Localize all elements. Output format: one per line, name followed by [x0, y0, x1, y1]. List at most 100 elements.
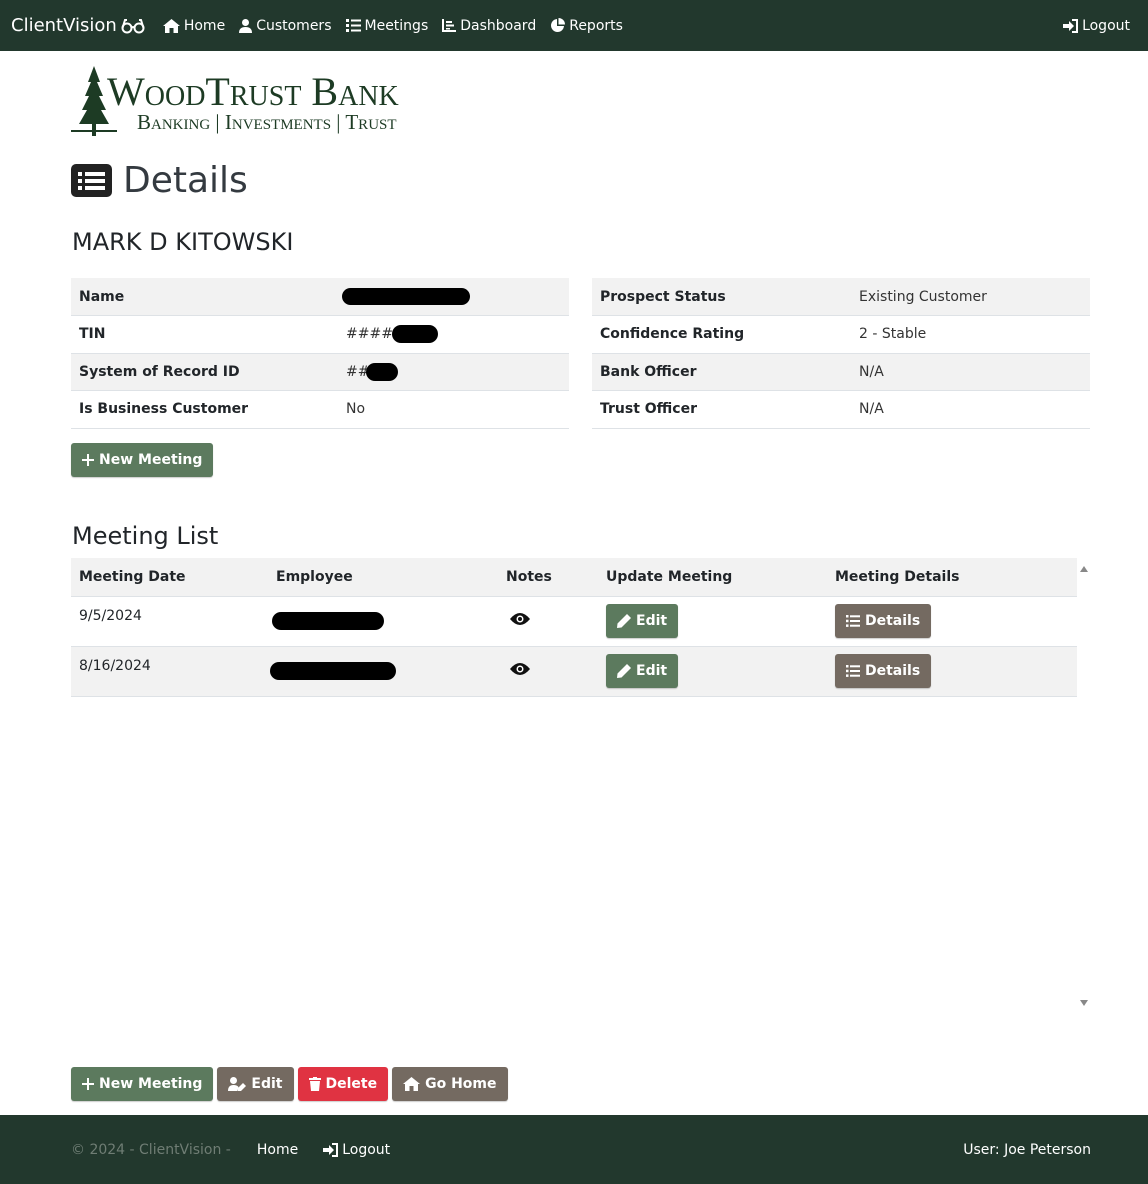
info-row-prospect-status: Prospect Status Existing Customer [592, 278, 1090, 316]
list-icon [846, 615, 860, 627]
info-label: Name [71, 278, 338, 316]
redaction-mark [342, 288, 470, 305]
details-label: Details [865, 663, 921, 679]
meeting-list-heading: Meeting List [72, 522, 219, 550]
column-header: Meeting Details [827, 558, 1077, 597]
trash-icon [308, 1077, 321, 1091]
delete-customer-button[interactable]: Delete [297, 1067, 389, 1101]
meeting-details-cell: Details [827, 646, 1077, 697]
info-row-tin: TIN #### [71, 315, 569, 354]
notes-cell [498, 646, 598, 697]
delete-label: Delete [325, 1076, 378, 1092]
meeting-details-button[interactable]: Details [835, 604, 932, 638]
new-meeting-label: New Meeting [99, 1076, 203, 1092]
scroll-down-arrow-icon[interactable] [1080, 1000, 1088, 1006]
column-header: Update Meeting [598, 558, 827, 597]
customer-info-table-right: Prospect Status Existing Customer Confid… [592, 278, 1090, 429]
info-label: Prospect Status [592, 278, 851, 316]
meeting-date: 8/16/2024 [71, 646, 268, 697]
meeting-list-scrollbar[interactable] [1077, 558, 1091, 1012]
details-list-icon [71, 164, 112, 197]
nav-reports[interactable]: Reports [550, 18, 623, 34]
glasses-icon [121, 18, 145, 33]
details-label: Details [865, 613, 921, 629]
meeting-row: 8/16/2024 Edit Details [71, 646, 1077, 697]
info-value: N/A [851, 390, 1090, 429]
edit-customer-button[interactable]: Edit [217, 1067, 294, 1101]
current-user: User: Joe Peterson [963, 1141, 1091, 1158]
user-edit-icon [228, 1077, 247, 1091]
eye-icon[interactable] [510, 612, 530, 626]
column-header: Meeting Date [71, 558, 268, 597]
footer-home-link[interactable]: Home [257, 1142, 298, 1158]
nav-home[interactable]: Home [162, 17, 226, 34]
info-value: No [338, 390, 569, 429]
go-home-button[interactable]: Go Home [392, 1067, 508, 1101]
customer-name: MARK D KITOWSKI [72, 228, 294, 256]
bottom-action-bar: New Meeting Edit Delete Go Home [71, 1067, 508, 1101]
nav-meetings-label: Meetings [364, 17, 429, 34]
bank-logo: WoodTrust Bank Banking | Investments | T… [71, 66, 441, 138]
edit-meeting-button[interactable]: Edit [606, 654, 679, 688]
new-meeting-button[interactable]: New Meeting [71, 443, 214, 477]
footer-logout-label: Logout [342, 1141, 391, 1158]
pencil-icon [617, 664, 631, 678]
brand-name: ClientVision [11, 15, 117, 36]
info-row-confidence: Confidence Rating 2 - Stable [592, 315, 1090, 354]
brand[interactable]: ClientVision [11, 15, 145, 36]
update-meeting-cell: Edit [598, 646, 827, 697]
nav-dashboard[interactable]: Dashboard [442, 18, 536, 34]
meeting-table: Meeting Date Employee Notes Update Meeti… [71, 558, 1077, 697]
info-row-sor-id: System of Record ID ## [71, 353, 569, 391]
info-row-business: Is Business Customer No [71, 390, 569, 429]
redaction-mark [272, 612, 384, 630]
info-label: Trust Officer [592, 390, 851, 429]
logout-icon [323, 1142, 339, 1157]
chart-icon [442, 19, 457, 32]
pie-chart-icon [551, 18, 566, 32]
eye-icon[interactable] [510, 662, 530, 676]
logo-title: WoodTrust Bank [107, 69, 399, 114]
info-label: Confidence Rating [592, 315, 851, 354]
update-meeting-cell: Edit [598, 596, 827, 647]
footer: © 2024 - ClientVision - Home Logout User… [0, 1115, 1148, 1184]
nav-customers-label: Customers [256, 17, 332, 34]
info-label: Is Business Customer [71, 390, 338, 429]
pencil-icon [617, 614, 631, 628]
page-heading: Details [71, 160, 248, 201]
info-label: TIN [71, 315, 338, 354]
footer-logout-link[interactable]: Logout [323, 1142, 390, 1158]
meeting-table-header: Meeting Date Employee Notes Update Meeti… [71, 558, 1077, 597]
info-value [338, 278, 569, 316]
home-icon [162, 18, 180, 33]
meeting-list-container[interactable]: Meeting Date Employee Notes Update Meeti… [71, 558, 1091, 1012]
logout-icon [1063, 18, 1079, 33]
nav-dashboard-label: Dashboard [460, 17, 537, 34]
info-row-name: Name [71, 278, 569, 316]
info-value: Existing Customer [851, 278, 1090, 316]
meeting-details-button[interactable]: Details [835, 654, 932, 688]
logo-subtitle: Banking | Investments | Trust [137, 110, 397, 134]
edit-label: Edit [636, 613, 668, 629]
info-label: Bank Officer [592, 353, 851, 391]
nav-logout[interactable]: Logout [1063, 18, 1130, 34]
info-value: N/A [851, 353, 1090, 391]
redaction-mark [366, 362, 399, 381]
list-icon [846, 665, 860, 677]
list-icon [345, 19, 361, 32]
meeting-date: 9/5/2024 [71, 596, 268, 647]
new-meeting-button-bottom[interactable]: New Meeting [71, 1067, 214, 1101]
nav-meetings[interactable]: Meetings [345, 17, 429, 34]
nav-reports-label: Reports [569, 17, 623, 34]
scroll-up-arrow-icon[interactable] [1080, 566, 1088, 572]
home-icon [403, 1077, 421, 1091]
edit-label: Edit [636, 663, 668, 679]
info-row-trust-officer: Trust Officer N/A [592, 390, 1090, 429]
edit-label: Edit [251, 1076, 283, 1092]
customer-info-table-left: Name TIN #### System of Record ID ## Is … [71, 278, 569, 429]
nav-customers[interactable]: Customers [239, 17, 332, 34]
column-header: Notes [498, 558, 598, 597]
tin-value: #### [346, 326, 393, 343]
edit-meeting-button[interactable]: Edit [606, 604, 679, 638]
nav-home-label: Home [183, 17, 226, 34]
